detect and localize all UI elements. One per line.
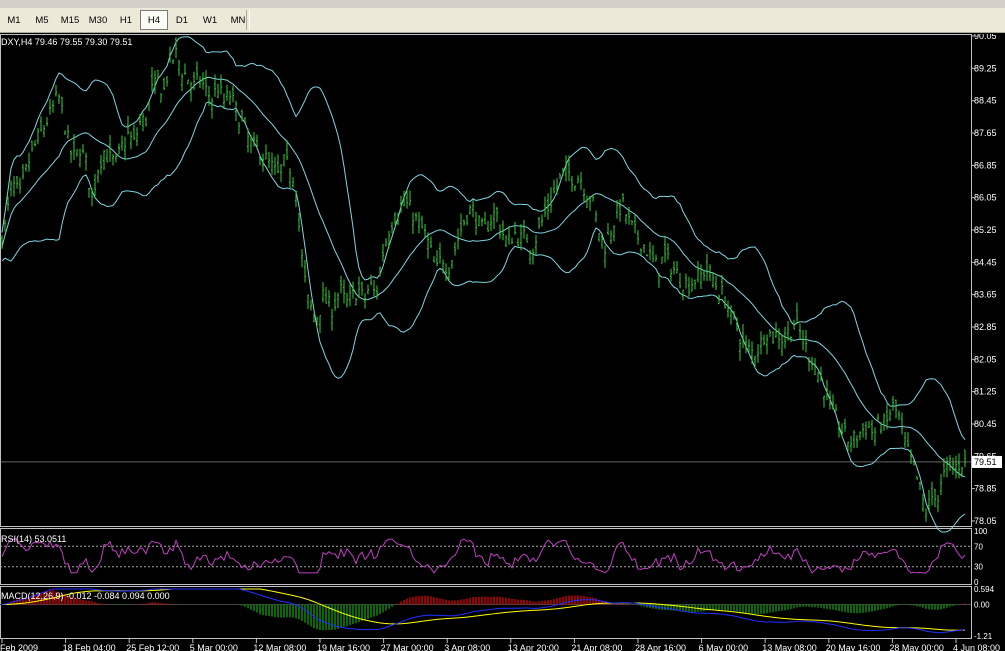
price-axis-label: 90.05 bbox=[974, 34, 997, 41]
price-axis-label: 87.65 bbox=[974, 128, 997, 138]
price-axis-label: 82.05 bbox=[974, 354, 997, 364]
bollinger-lower-band bbox=[1, 101, 966, 533]
timeframe-d1-button[interactable]: D1 bbox=[168, 10, 196, 30]
price-axis-label: 80.45 bbox=[974, 419, 997, 429]
price-axis-label: 86.85 bbox=[974, 160, 997, 170]
price-axis-label: 78.05 bbox=[974, 516, 997, 526]
price-axis-label: 83.65 bbox=[974, 290, 997, 300]
time-axis-label: 3 Apr 08:00 bbox=[444, 643, 490, 651]
price-axis-label: 82.85 bbox=[974, 322, 997, 332]
time-axis-label: 28 May 00:00 bbox=[889, 643, 944, 651]
price-axis-label: 85.25 bbox=[974, 225, 997, 235]
toolbar-separator bbox=[246, 10, 250, 30]
current-price-label: 79.51 bbox=[974, 457, 997, 467]
time-axis-label: 12 Mar 08:00 bbox=[253, 643, 306, 651]
time-axis-label: 28 Apr 16:00 bbox=[635, 643, 686, 651]
rsi-label: RSI(14) 53.0511 bbox=[1, 534, 66, 544]
macd-label: MACD(12,26,9) -0.012 -0.084 0.094 0.000 bbox=[1, 591, 170, 601]
time-axis-label: Feb 2009 bbox=[0, 643, 38, 651]
bollinger-middle-band bbox=[1, 76, 966, 478]
price-axis-label: 84.45 bbox=[974, 257, 997, 267]
timeframe-h1-button[interactable]: H1 bbox=[112, 10, 140, 30]
timeframe-m5-button[interactable]: M5 bbox=[28, 10, 56, 30]
rsi-pane-border bbox=[0, 528, 972, 585]
timeframe-m1-button[interactable]: M1 bbox=[0, 10, 28, 30]
macd-scale-label: 0.594 bbox=[974, 585, 995, 594]
time-axis-label: 6 May 00:00 bbox=[699, 643, 749, 651]
time-axis-label: 25 Feb 12:00 bbox=[126, 643, 179, 651]
rsi-scale-label: 70 bbox=[974, 542, 983, 551]
symbol-header: DXY,H4 79.46 79.55 79.30 79.51 bbox=[1, 37, 132, 47]
price-chart[interactable]: 10070300 0.5940.00-1.21 90.0589.2588.458… bbox=[0, 34, 1005, 651]
time-axis-label: 13 May 08:00 bbox=[762, 643, 817, 651]
main-pane-border bbox=[0, 34, 972, 527]
price-axis-label: 86.05 bbox=[974, 193, 997, 203]
time-axis-label: 18 Feb 04:00 bbox=[63, 643, 116, 651]
rsi-scale-label: 30 bbox=[974, 563, 983, 572]
price-axis-label: 88.45 bbox=[974, 96, 997, 106]
time-axis-label: 20 May 16:00 bbox=[826, 643, 881, 651]
rsi-line bbox=[1, 538, 966, 574]
timeframe-h4-button[interactable]: H4 bbox=[140, 10, 168, 30]
time-axis-label: 19 Mar 16:00 bbox=[317, 643, 370, 651]
time-axis-label: 21 Apr 08:00 bbox=[571, 643, 622, 651]
price-axis-label: 89.25 bbox=[974, 63, 997, 73]
time-axis-label: 5 Mar 00:00 bbox=[190, 643, 238, 651]
rsi-scale-label: 100 bbox=[974, 527, 988, 536]
time-axis-label: 13 Apr 20:00 bbox=[508, 643, 559, 651]
macd-scale-label: 0.00 bbox=[974, 600, 990, 609]
timeframe-w1-button[interactable]: W1 bbox=[196, 10, 224, 30]
price-axis-label: 78.85 bbox=[974, 484, 997, 494]
timeframe-m30-button[interactable]: M30 bbox=[84, 10, 112, 30]
price-axis-label: 81.25 bbox=[974, 387, 997, 397]
timeframe-m15-button[interactable]: M15 bbox=[56, 10, 84, 30]
time-axis-label: 4 Jun 08:00 bbox=[953, 643, 1000, 651]
macd-scale-label: -1.21 bbox=[974, 632, 993, 641]
timeframe-toolbar: M1 M5 M15 M30 H1 H4 D1 W1 MN bbox=[0, 8, 1005, 33]
time-axis-label: 27 Mar 00:00 bbox=[381, 643, 434, 651]
